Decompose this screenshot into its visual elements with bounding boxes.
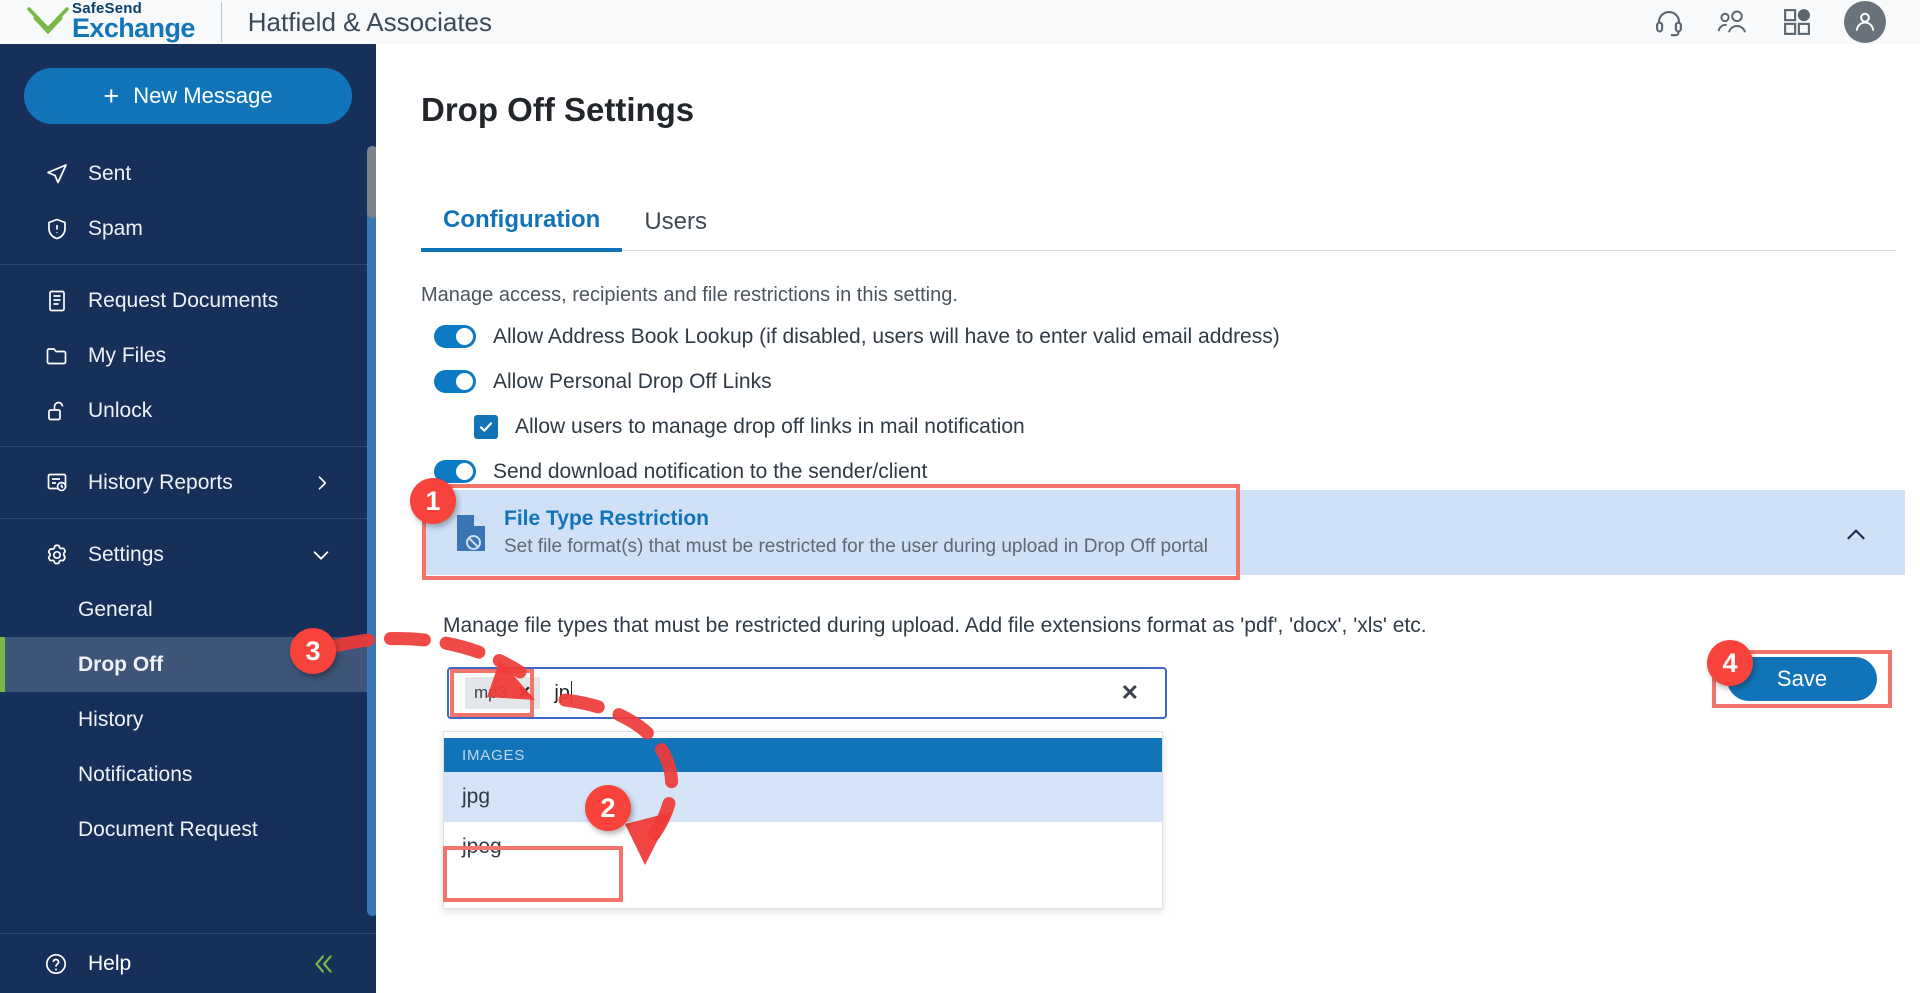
clear-all-icon[interactable]: ✕ (1121, 680, 1139, 706)
toggle-allow-personal-drop-off-links[interactable] (434, 370, 476, 393)
header-actions (1652, 1, 1886, 43)
tab-label: Configuration (443, 206, 601, 233)
sidebar-item-unlock[interactable]: Unlock (0, 383, 376, 438)
question-circle-icon (44, 952, 70, 976)
dropdown-item-jpg[interactable]: jpg (444, 772, 1162, 822)
chevron-down-icon[interactable] (310, 544, 332, 566)
app-root: SafeSend Exchange Hatfield & Associates (0, 0, 1920, 993)
sidebar-item-request-documents[interactable]: Request Documents (0, 273, 376, 328)
file-type-restriction-panel[interactable]: File Type Restriction Set file format(s)… (422, 490, 1905, 575)
option-label: Allow Personal Drop Off Links (493, 369, 772, 393)
chip-close-icon[interactable]: ✕ (517, 683, 531, 703)
organization-name: Hatfield & Associates (247, 6, 492, 37)
support-headset-icon[interactable] (1652, 5, 1686, 39)
sidebar-item-history-reports[interactable]: History Reports (0, 455, 376, 510)
sidebar-item-notifications[interactable]: Notifications (0, 747, 376, 802)
unlock-padlock-icon (44, 399, 70, 423)
option-label: Allow users to manage drop off links in … (515, 414, 1025, 438)
save-button[interactable]: Save (1727, 657, 1877, 701)
brand-logo[interactable]: SafeSend Exchange (26, 1, 195, 44)
sidebar-item-my-files[interactable]: My Files (0, 328, 376, 383)
manage-file-types-description: Manage file types that must be restricte… (443, 614, 1427, 637)
file-extension-input[interactable]: mp3 ✕ jp ✕ (447, 667, 1167, 719)
option-label: Allow Address Book Lookup (if disabled, … (493, 324, 1280, 348)
chevron-right-icon[interactable] (312, 473, 332, 493)
sidebar-item-spam[interactable]: Spam (0, 201, 376, 256)
apps-grid-icon[interactable] (1780, 5, 1814, 39)
page-title: Drop Off Settings (421, 91, 695, 128)
option-allow-personal-drop-off-links[interactable]: Allow Personal Drop Off Links (434, 367, 1365, 396)
dropdown-item-jpeg[interactable]: jpeg (444, 822, 1162, 872)
sidebar-subitem-label: Notifications (78, 762, 193, 786)
sidebar-subitem-label: General (78, 597, 153, 621)
sidebar-item-drop-off[interactable]: Drop Off (0, 637, 376, 692)
text-caret (570, 681, 572, 703)
folder-icon (44, 344, 70, 368)
sidebar-subitem-label: Drop Off (78, 652, 164, 676)
tag-chip-mp3[interactable]: mp3 ✕ (465, 677, 541, 709)
sidebar-item-general[interactable]: General (0, 582, 376, 637)
shield-alert-icon (44, 217, 70, 241)
top-header-bar: SafeSend Exchange Hatfield & Associates (0, 0, 1920, 44)
sidebar-item-sent[interactable]: Sent (0, 146, 376, 201)
nav-group-settings: Settings General Drop Off History Notifi… (0, 519, 376, 857)
nav-group-files: Request Documents My Files Unlock (0, 265, 376, 446)
sidebar-scrollbar[interactable] (367, 146, 376, 916)
option-send-download-notification[interactable]: Send download notification to the sender… (434, 457, 1365, 486)
contacts-people-icon[interactable] (1716, 5, 1750, 39)
tab-users[interactable]: Users (622, 208, 729, 250)
header-divider (220, 2, 222, 42)
sidebar-item-label: Spam (88, 216, 143, 240)
file-type-restriction-subtitle: Set file format(s) that must be restrict… (504, 536, 1209, 557)
toggle-allow-address-book-lookup[interactable] (434, 325, 476, 348)
chevron-up-icon[interactable] (1843, 522, 1869, 548)
sidebar-item-settings[interactable]: Settings (0, 527, 376, 582)
typed-value: jp (554, 682, 570, 704)
option-allow-manage-links[interactable]: Allow users to manage drop off links in … (434, 412, 1365, 441)
chevrons-left-icon[interactable] (310, 951, 336, 977)
new-message-label: New Message (133, 83, 273, 108)
sidebar-item-label: Settings (88, 542, 164, 566)
sidebar-item-label: Unlock (88, 398, 153, 422)
send-paper-plane-icon (44, 162, 70, 186)
nav-group-mail: Sent Spam (0, 138, 376, 264)
file-type-restriction-title: File Type Restriction (504, 507, 709, 530)
sidebar-item-label: Sent (88, 161, 132, 185)
sidebar-scrollbar-thumb[interactable] (367, 146, 376, 218)
file-extension-suggestions-dropdown[interactable]: IMAGES jpg jpeg (443, 731, 1163, 909)
safesend-checkmark-icon (26, 5, 70, 39)
tab-bar: Configuration Users (421, 206, 1896, 252)
tab-configuration[interactable]: Configuration (421, 206, 623, 252)
sidebar-item-label: My Files (88, 343, 167, 367)
sidebar-item-history[interactable]: History (0, 692, 376, 747)
sidebar-item-label: History Reports (88, 470, 233, 494)
toggle-send-download-notification[interactable] (434, 460, 476, 483)
dropdown-group-header-images: IMAGES (444, 738, 1162, 772)
sidebar-subitem-label: Document Request (78, 817, 258, 841)
document-list-icon (44, 289, 70, 313)
checkbox-allow-manage-links[interactable] (474, 414, 498, 439)
tab-label: Users (644, 208, 707, 235)
chip-label: mp3 (474, 683, 508, 702)
sidebar-subitem-label: History (78, 707, 144, 731)
new-message-button[interactable]: + New Message (24, 68, 352, 124)
history-report-icon (44, 471, 70, 495)
option-allow-address-book-lookup[interactable]: Allow Address Book Lookup (if disabled, … (434, 322, 1365, 351)
dropdown-item-label: jpg (462, 785, 491, 808)
nav-group-reports: History Reports (0, 447, 376, 518)
gear-icon (44, 543, 70, 567)
file-restricted-icon (454, 513, 488, 553)
user-avatar-icon[interactable] (1844, 1, 1886, 43)
plus-icon: + (103, 80, 120, 111)
dropdown-item-label: jpeg (462, 835, 502, 858)
section-subtitle: Manage access, recipients and file restr… (421, 284, 958, 306)
sidebar-item-help[interactable]: Help (0, 933, 376, 993)
file-extension-typed-text: jp (554, 681, 572, 705)
sidebar-item-document-request[interactable]: Document Request (0, 802, 376, 857)
sidebar-item-label: Request Documents (88, 288, 279, 312)
left-sidebar: + New Message Sent Spam Request Document… (0, 44, 376, 993)
option-label: Send download notification to the sender… (493, 459, 928, 483)
logo-bottom-text: Exchange (72, 13, 195, 44)
sidebar-item-label: Help (88, 951, 132, 975)
